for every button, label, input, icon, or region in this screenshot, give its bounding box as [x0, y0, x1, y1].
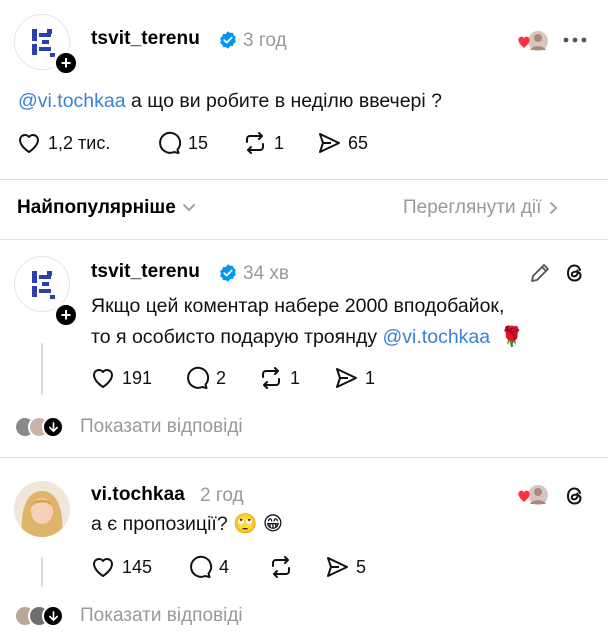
repost-icon: [246, 132, 264, 154]
share-count: 65: [348, 132, 369, 153]
comment-icon: [159, 131, 182, 154]
show-replies-label: Показати відповіді: [80, 416, 243, 437]
thread-line: [41, 343, 43, 395]
rose-emoji: 🌹: [499, 326, 524, 348]
threads-icon[interactable]: [563, 261, 587, 285]
more-options-button[interactable]: [562, 32, 588, 48]
reply-text: а є пропозиції? 🙄 😁: [91, 513, 284, 535]
divider: [0, 457, 608, 458]
arrow-down-icon: [42, 605, 64, 627]
liked-by-indicator[interactable]: [516, 482, 552, 508]
reply-text: Якщо цей коментар набере 2000 вподобайок…: [91, 291, 524, 353]
repost-icon: [272, 556, 290, 578]
thread-line: [41, 557, 43, 587]
avatar[interactable]: [14, 481, 70, 537]
repost-button[interactable]: 1: [258, 365, 300, 391]
share-icon: [319, 133, 340, 153]
view-activity-label: Переглянути дії: [403, 197, 542, 218]
heart-avatar-icon: [518, 483, 550, 507]
comment-count: 4: [219, 556, 230, 577]
divider: [0, 179, 608, 180]
like-count: 191: [122, 367, 153, 388]
liked-by-indicator[interactable]: [516, 28, 552, 54]
repost-icon: [262, 367, 280, 389]
reply-username[interactable]: vi.tochkaa: [91, 484, 185, 506]
mention-link[interactable]: @vi.tochkaa: [18, 90, 126, 112]
heart-icon: [19, 134, 39, 153]
comment-icon: [187, 366, 210, 389]
comment-count: 15: [188, 132, 209, 153]
chevron-right-icon: [550, 202, 558, 214]
like-count: 1,2 тис.: [48, 132, 111, 153]
repost-button[interactable]: [268, 554, 300, 580]
comment-button[interactable]: 15: [156, 130, 208, 156]
like-button[interactable]: 191: [90, 365, 152, 391]
show-replies-row[interactable]: Показати відповіді: [14, 605, 243, 627]
verified-icon: [220, 31, 236, 49]
heart-avatar-icon: [518, 29, 550, 53]
sort-label: Найпопулярніше: [17, 197, 176, 218]
divider: [0, 239, 608, 240]
share-icon: [336, 368, 357, 388]
sort-dropdown[interactable]: Найпопулярніше: [17, 197, 196, 219]
heart-icon: [93, 369, 113, 388]
show-replies-row[interactable]: Показати відповіді: [14, 416, 243, 438]
share-button[interactable]: 65: [316, 130, 368, 156]
follow-plus-button[interactable]: +: [53, 302, 79, 328]
repost-button[interactable]: 1: [242, 130, 284, 156]
post-text: @vi.tochkaa а що ви робите в неділю ввеч…: [18, 90, 442, 112]
post-username[interactable]: tsvit_terenu: [91, 28, 200, 50]
repost-count: 1: [274, 132, 285, 153]
reply-text-line: то я особисто подарую троянду @vi.tochka…: [91, 326, 524, 348]
share-button[interactable]: 5: [324, 554, 366, 580]
share-count: 5: [356, 556, 367, 577]
mention-link[interactable]: @vi.tochkaa: [383, 326, 491, 348]
share-button[interactable]: 1: [333, 365, 375, 391]
share-icon: [327, 557, 348, 577]
arrow-down-icon: [42, 416, 64, 438]
like-button[interactable]: 1,2 тис.: [16, 130, 110, 156]
chevron-down-icon: [182, 204, 195, 212]
show-replies-label: Показати відповіді: [80, 605, 243, 626]
comment-button[interactable]: 2: [184, 365, 226, 391]
reply-time: 2 год: [200, 485, 244, 506]
comment-icon: [190, 555, 213, 578]
more-horizontal-icon: [563, 37, 587, 43]
heart-icon: [93, 558, 113, 577]
verified-icon: [220, 264, 236, 282]
post-time: 3 год: [243, 30, 287, 51]
comment-count: 2: [216, 367, 227, 388]
follow-plus-button[interactable]: +: [53, 50, 79, 76]
like-button[interactable]: 145: [90, 554, 152, 580]
reply-time: 34 хв: [243, 263, 290, 284]
view-activity-link[interactable]: Переглянути дії: [403, 197, 559, 219]
comment-button[interactable]: 4: [187, 554, 229, 580]
profile-photo-icon: [14, 481, 70, 537]
reply-username[interactable]: tsvit_terenu: [91, 261, 200, 283]
share-count: 1: [365, 367, 376, 388]
reply-text-line: Якщо цей коментар набере 2000 вподобайок…: [91, 295, 505, 317]
edit-pencil-icon[interactable]: [528, 261, 552, 285]
emoji: 🙄 😁: [233, 513, 284, 535]
threads-icon[interactable]: [563, 484, 587, 508]
like-count: 145: [122, 556, 153, 577]
repost-count: 1: [290, 367, 301, 388]
